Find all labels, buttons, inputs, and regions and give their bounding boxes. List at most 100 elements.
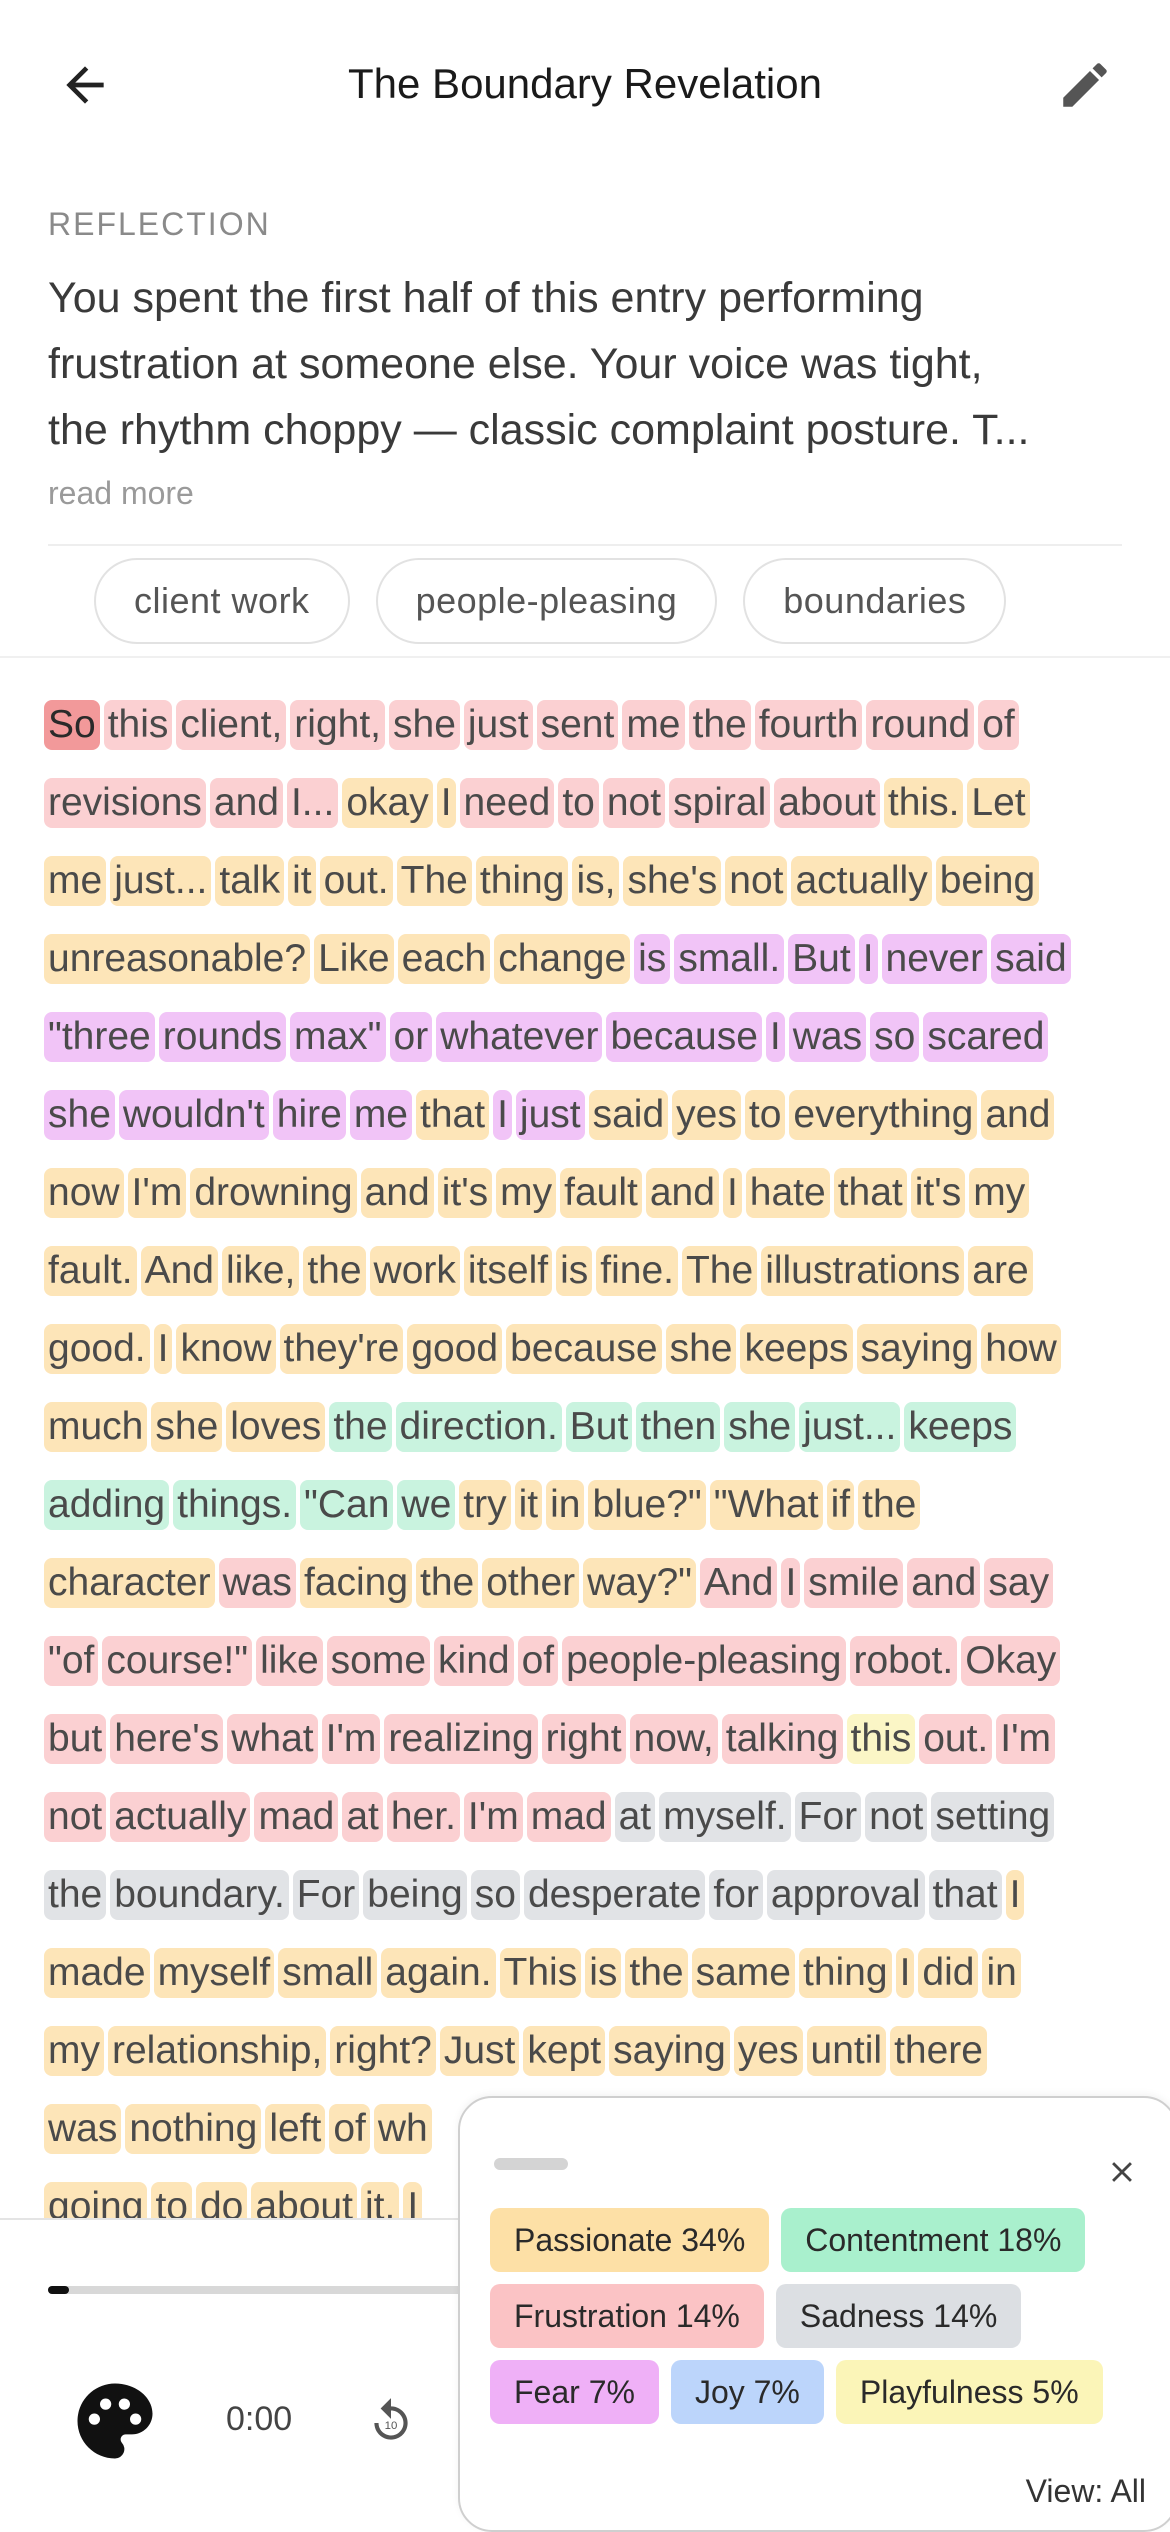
transcript-word[interactable]: and [907,1558,981,1608]
transcript-word[interactable]: loves [226,1402,326,1452]
edit-button[interactable] [1040,40,1130,130]
transcript-word[interactable]: For [794,1792,862,1842]
transcript-word[interactable]: I [895,1948,915,1998]
transcript-word[interactable]: here's [110,1714,224,1764]
transcript-word[interactable]: like, [221,1246,300,1296]
transcript-word[interactable]: The [396,856,472,906]
transcript-word[interactable]: realizing [384,1714,538,1764]
transcript-word[interactable]: I [1005,1870,1025,1920]
transcript-word[interactable]: talk [215,856,285,906]
transcript-word[interactable]: right [541,1714,626,1764]
transcript-word[interactable]: fault [560,1168,642,1218]
transcript-word[interactable]: spiral [669,778,771,828]
transcript-word[interactable]: being [935,856,1040,906]
transcript-word[interactable]: so [470,1870,520,1920]
transcript-word[interactable]: people-pleasing [562,1636,846,1686]
transcript-word[interactable]: going [44,2182,148,2220]
transcript-word[interactable]: good. [44,1324,150,1374]
transcript-word[interactable]: kept [523,2026,606,2076]
transcript-word[interactable]: mad [254,1792,339,1842]
transcript-word[interactable]: was [788,1012,867,1062]
transcript-word[interactable]: of [517,1636,559,1686]
transcript-word[interactable]: I [781,1558,801,1608]
transcript-word[interactable]: each [397,934,491,984]
transcript-word[interactable]: is [585,1948,622,1998]
read-more-link[interactable]: read more [48,475,194,512]
transcript-word[interactable]: not [865,1792,928,1842]
transcript-word[interactable]: just... [110,856,212,906]
transcript-word[interactable]: she [724,1402,796,1452]
transcript-word[interactable]: blue?" [588,1480,706,1530]
transcript-word[interactable]: the [625,1948,688,1998]
transcript-word[interactable]: again. [381,1948,496,1998]
transcript-word[interactable]: robot. [849,1636,958,1686]
transcript-word[interactable]: how [981,1324,1061,1374]
transcript-word[interactable]: keeps [740,1324,853,1374]
transcript-word[interactable]: fine. [596,1246,678,1296]
transcript-word[interactable]: relationship, [108,2026,327,2076]
transcript-word[interactable]: that [833,1168,907,1218]
transcript-word[interactable]: character [44,1558,215,1608]
transcript-word[interactable]: boundary. [110,1870,289,1920]
transcript-word[interactable]: was [218,1558,296,1608]
transcript-word[interactable]: so [870,1012,920,1062]
transcript-word[interactable]: keeps [904,1402,1017,1452]
transcript-word[interactable]: kind [434,1636,514,1686]
transcript-word[interactable]: hate [745,1168,830,1218]
transcript-word[interactable]: being [363,1870,467,1920]
transcript-word[interactable]: to [151,2182,192,2220]
transcript-word[interactable]: the [688,700,751,750]
transcript-word[interactable]: So [44,700,100,750]
transcript-word[interactable]: I [436,778,456,828]
transcript-word[interactable]: in [546,1480,585,1530]
transcript-word[interactable]: is [634,934,671,984]
transcript-word[interactable]: I'm [996,1714,1056,1764]
transcript-word[interactable]: and [645,1168,719,1218]
transcript-word[interactable]: yes [672,1090,741,1140]
transcript-word[interactable]: at [342,1792,383,1842]
transcript-word[interactable]: just [463,700,533,750]
transcript-word[interactable]: that [416,1090,490,1140]
transcript-word[interactable]: try [459,1480,511,1530]
transcript-word[interactable]: she [389,700,460,750]
emotion-chip[interactable]: Contentment 18% [781,2208,1086,2272]
transcript-word[interactable]: not [602,778,666,828]
transcript-word[interactable]: I'm [321,1714,381,1764]
transcript-word[interactable]: is, [572,856,620,906]
transcript-word[interactable]: whatever [436,1012,603,1062]
transcript-word[interactable]: I [403,2182,423,2220]
transcript-word[interactable]: small. [674,934,785,984]
transcript-word[interactable]: it [288,856,316,906]
transcript-word[interactable]: she [151,1402,223,1452]
transcript-word[interactable]: we [397,1480,456,1530]
transcript-word[interactable]: good [407,1324,503,1374]
transcript-word[interactable]: fault. [44,1246,137,1296]
transcript-word[interactable]: drowning [190,1168,357,1218]
transcript-word[interactable]: out. [319,856,393,906]
transcript-word[interactable]: that [928,1870,1002,1920]
transcript-word[interactable]: left [265,2104,326,2154]
transcript-word[interactable]: scared [923,1012,1049,1062]
transcript-word[interactable]: because [606,1012,762,1062]
transcript-word[interactable]: itself [463,1246,553,1296]
transcript-word[interactable]: to [744,1090,786,1140]
transcript-word[interactable]: out. [919,1714,993,1764]
close-button[interactable] [1098,2148,1146,2196]
transcript-word[interactable]: now, [629,1714,718,1764]
transcript-word[interactable]: and [209,778,283,828]
transcript-word[interactable]: are [968,1246,1033,1296]
transcript-word[interactable]: saying [856,1324,978,1374]
transcript-word[interactable]: smile [804,1558,904,1608]
transcript-word[interactable]: it's [910,1168,966,1218]
transcript-word[interactable]: "What [709,1480,823,1530]
transcript-word[interactable]: there [890,2026,987,2076]
transcript-word[interactable]: if [826,1480,855,1530]
transcript-word[interactable]: okay [342,778,433,828]
transcript-word[interactable]: this [846,1714,916,1764]
transcript-word[interactable]: of [329,2104,370,2154]
transcript-word[interactable]: I... [286,778,339,828]
transcript-word[interactable]: now [44,1168,124,1218]
transcript-word[interactable]: her. [386,1792,460,1842]
transcript-word[interactable]: because [506,1324,662,1374]
transcript-word[interactable]: things. [173,1480,297,1530]
